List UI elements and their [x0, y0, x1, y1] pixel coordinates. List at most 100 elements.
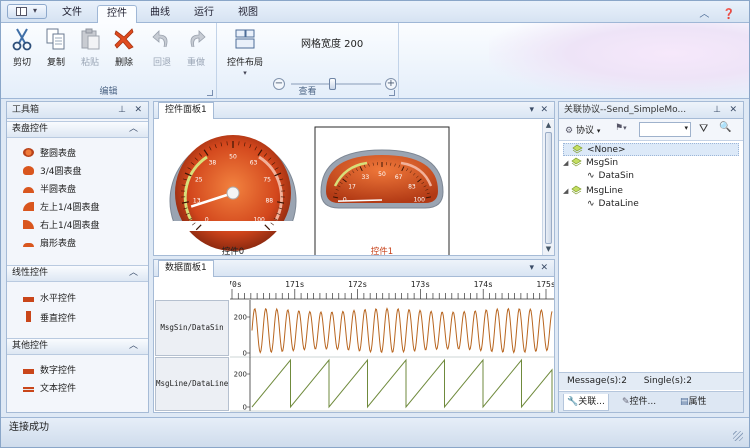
- zoom-in-icon[interactable]: +: [385, 78, 397, 90]
- redo-button[interactable]: 重做: [183, 27, 209, 68]
- toolbox-item-three-quarter-dial[interactable]: 3/4圆表盘: [23, 166, 82, 178]
- pin-icon[interactable]: ⊥: [118, 102, 126, 118]
- help-icon[interactable]: ❓: [723, 9, 735, 20]
- gauge-0-tick-label: 50: [229, 154, 237, 161]
- toolbox-section-other[interactable]: 其他控件 ︿: [7, 338, 148, 355]
- delete-button[interactable]: 删除: [111, 27, 137, 68]
- toolbox-item-horizontal[interactable]: 水平控件: [23, 293, 76, 305]
- protocol-tree: <None> ◢ MsgSin ∿ DataSin ◢ MsgLine ∿ DataLi…: [559, 141, 743, 371]
- tree-item-msgline[interactable]: ◢ MsgLine: [563, 185, 623, 196]
- chevron-down-icon: ▾: [596, 127, 601, 135]
- item-label: 左上1/4圆表盘: [40, 203, 100, 213]
- digital-control-icon: [23, 369, 34, 374]
- filter-options-icon: ⚑: [615, 123, 624, 133]
- gauge-1-tick-label: 50: [378, 171, 386, 178]
- tab-properties[interactable]: ▤属性: [677, 394, 710, 411]
- pin-icon[interactable]: ⊥: [713, 102, 721, 118]
- filter-icon[interactable]: ⛛: [699, 122, 708, 136]
- toolbox-item-top-left-quarter-dial[interactable]: 左上1/4圆表盘: [23, 202, 100, 214]
- y-tick-label: 0: [243, 404, 247, 412]
- control-canvas: 0 13 25 38 50 63 75 88 100 控件0 0 17 33 50 67 83 100 控件…: [155, 120, 542, 255]
- row-label-dataline[interactable]: MsgLine/DataLine: [155, 357, 229, 411]
- ribbon-window-controls: ︿ ❓: [689, 5, 735, 20]
- gauge-1[interactable]: 017 33 50 67 83 100: [320, 149, 444, 209]
- dropdown-icon[interactable]: ▾: [529, 102, 534, 118]
- filter-options-button[interactable]: ⚑▾: [615, 123, 627, 133]
- tab-control-panel-1[interactable]: 控件面板1: [158, 102, 214, 119]
- toolbox-section-linear[interactable]: 线性控件 ︿: [7, 265, 148, 282]
- copy-button[interactable]: 复制: [43, 27, 69, 68]
- tree-item-dataline[interactable]: ∿ DataLine: [587, 199, 639, 209]
- data-panel-header: ▾ ✕: [154, 260, 554, 277]
- app-menu-button[interactable]: ▾: [7, 4, 47, 19]
- tree-item-msgsin[interactable]: ◢ MsgSin: [563, 157, 618, 168]
- close-icon[interactable]: ✕: [540, 260, 548, 276]
- tree-item-datasin[interactable]: ∿ DataSin: [587, 171, 634, 181]
- toolbox-item-fan-dial[interactable]: 扇形表盘: [23, 238, 76, 250]
- tab-run[interactable]: 运行: [189, 5, 219, 23]
- toolbox-item-full-dial[interactable]: 整圆表盘: [23, 148, 76, 160]
- toolbox-item-half-dial[interactable]: 半圆表盘: [23, 184, 76, 196]
- ribbon-decoration: [489, 23, 749, 98]
- section-title: 线性控件: [12, 268, 49, 278]
- item-label: 3/4圆表盘: [40, 167, 82, 177]
- gauge-0[interactable]: 013253850637588100: [169, 135, 297, 251]
- close-icon[interactable]: ✕: [729, 102, 737, 118]
- toolbox-header: 工具箱 ⊥ ✕: [7, 102, 148, 119]
- tab-view[interactable]: 视图: [233, 5, 263, 23]
- resize-grip-icon[interactable]: [733, 431, 743, 441]
- close-icon[interactable]: ✕: [540, 102, 548, 118]
- undo-button[interactable]: 回退: [149, 27, 175, 68]
- expand-icon[interactable]: ◢: [563, 187, 571, 195]
- scroll-up-icon[interactable]: ▲: [543, 121, 554, 129]
- minimize-ribbon-icon[interactable]: ︿: [699, 9, 709, 20]
- toolbox-section-dial[interactable]: 表盘控件 ︿: [7, 121, 148, 138]
- layout-button[interactable]: 控件布局 ▾: [225, 27, 265, 78]
- dropdown-icon[interactable]: ▾: [529, 260, 534, 276]
- undo-icon: [152, 30, 168, 48]
- scrollbar-thumb[interactable]: [545, 132, 552, 244]
- tab-association[interactable]: 🔧关联...: [563, 394, 609, 411]
- delete-icon: [114, 28, 134, 50]
- gauge-0-tick-label: 75: [263, 176, 271, 183]
- data-panel: ▾ ✕ 数据面板1 MsgSin/DataSin MsgLine/DataLin…: [153, 259, 555, 413]
- gauge-canvas: 013253850637588100 控件0 01733 50 6783100 控件…: [169, 126, 450, 255]
- item-label: 垂直控件: [40, 314, 77, 324]
- slider-thumb[interactable]: [328, 78, 336, 90]
- cut-label: 剪切: [12, 58, 31, 68]
- protocol-panel-title: 关联协议--Send_SimpleMo...: [564, 105, 687, 115]
- delete-label: 删除: [114, 58, 133, 68]
- tab-file[interactable]: 文件: [57, 5, 87, 23]
- expand-icon[interactable]: ◢: [563, 159, 571, 167]
- curve-plot[interactable]: 170s171s172s173s174s175s20002000: [230, 278, 554, 412]
- grid-width-slider[interactable]: − +: [273, 78, 401, 92]
- tab-curves[interactable]: 曲线: [145, 5, 175, 23]
- toolbox-item-vertical[interactable]: 垂直控件: [23, 311, 76, 325]
- application-window: ▾ 文件 控件 曲线 运行 视图 ︿ ❓ 剪切 复制 粘贴 删除 回退 重做 编…: [0, 0, 750, 448]
- tree-item-none[interactable]: <None>: [563, 143, 739, 156]
- item-label: 整圆表盘: [40, 149, 77, 159]
- scroll-down-icon[interactable]: ▼: [543, 245, 554, 253]
- tab-control[interactable]: ✎控件...: [619, 394, 659, 411]
- item-label: 文本控件: [40, 384, 77, 394]
- toolbox-item-digital[interactable]: 数字控件: [23, 365, 76, 377]
- protocol-button[interactable]: ⚙ 协议 ▾: [565, 123, 600, 136]
- protocol-button-label: 协议: [575, 126, 594, 136]
- filter-combo[interactable]: ▾: [639, 122, 691, 137]
- control-panel: ▾ ✕ 控件面板1 0 13 25 38 50 63 75 88 100 控件0…: [153, 101, 555, 256]
- edit-group-launcher-icon[interactable]: [207, 90, 213, 96]
- paste-button[interactable]: 粘贴: [77, 27, 103, 68]
- cut-button[interactable]: 剪切: [9, 27, 35, 68]
- time-tick-label: 171s: [285, 280, 304, 289]
- row-label-datasin[interactable]: MsgSin/DataSin: [155, 300, 229, 356]
- tab-data-panel-1[interactable]: 数据面板1: [158, 260, 214, 277]
- zoom-out-icon[interactable]: −: [273, 78, 285, 90]
- single-count: Single(s):2: [643, 376, 692, 386]
- toolbox-item-top-right-quarter-dial[interactable]: 右上1/4圆表盘: [23, 220, 100, 232]
- control-panel-scrollbar[interactable]: ▲ ▼: [542, 120, 554, 255]
- tab-controls[interactable]: 控件: [97, 5, 137, 24]
- grid-width-label: 网格宽度 200: [301, 39, 364, 50]
- close-icon[interactable]: ✕: [134, 102, 142, 118]
- toolbox-item-text[interactable]: 文本控件: [23, 383, 76, 395]
- find-icon[interactable]: 🔍: [719, 122, 731, 133]
